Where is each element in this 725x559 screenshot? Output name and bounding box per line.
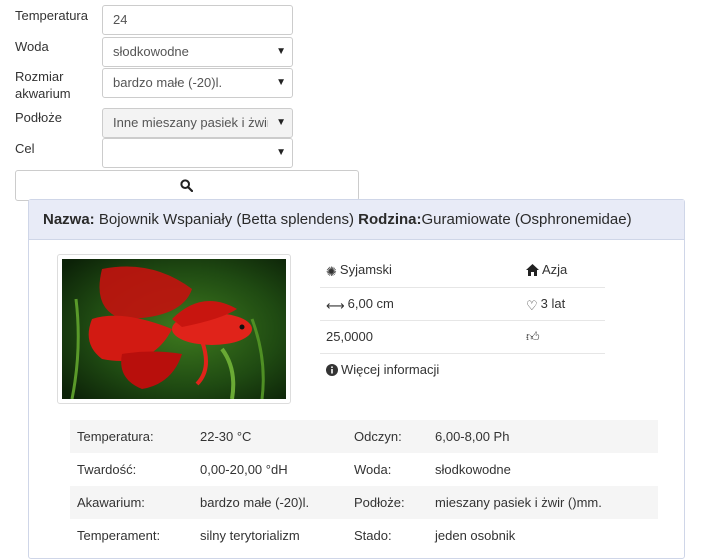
- aquarium-size-label-line1: Rozmiar: [15, 69, 64, 84]
- origin-cell: ✺ Syjamski: [326, 254, 392, 288]
- spec-value: mieszany pasiek i żwir ()mm.: [435, 495, 602, 510]
- temperature-input[interactable]: 24: [102, 5, 293, 35]
- aquarium-size-label-line2: akwarium: [15, 86, 71, 101]
- temperature-label: Temperatura: [15, 8, 88, 23]
- fish-name: Bojownik Wspaniały (Betta splendens): [98, 211, 354, 228]
- resize-horizontal-icon: ⟷: [326, 298, 345, 313]
- more-info-label: Więcej informacji: [341, 362, 440, 377]
- price-value: 25,0000: [326, 329, 373, 344]
- spec-value: jeden osobnik: [435, 528, 516, 543]
- length-value: 6,00 cm: [347, 296, 394, 311]
- region-cell: Azja: [526, 254, 567, 286]
- fish-family: Guramiowate (Osphronemidae): [421, 211, 632, 228]
- spec-key: Akawarium:: [77, 495, 145, 510]
- table-row: Akawarium: bardzo małe (-20)l. Podłoże: …: [70, 486, 658, 519]
- table-row: Temperament: silny terytorializm Stado: …: [70, 519, 658, 552]
- fish-result-header: Nazwa: Bojownik Wspaniały (Betta splende…: [29, 200, 684, 240]
- caret-down-icon: ▼: [276, 147, 286, 158]
- spec-value: bardzo małe (-20)l.: [200, 495, 310, 510]
- spec-key: Stado:: [354, 528, 392, 543]
- spec-value: słodkowodne: [435, 462, 511, 477]
- heart-icon: ♡: [526, 298, 538, 313]
- info-row: ✺ Syjamski Azja: [320, 254, 605, 287]
- more-info-link[interactable]: Więcej informacji: [326, 354, 439, 386]
- water-select-value: słodkowodne: [113, 44, 189, 59]
- substrate-select-value: Inne mieszany pasiek i żwir: [113, 115, 268, 130]
- spec-key: Woda:: [354, 462, 392, 477]
- lifespan-value: 3 lat: [540, 296, 566, 311]
- spec-value: 22-30 °C: [200, 429, 252, 444]
- fish-photo[interactable]: [57, 254, 291, 404]
- water-select[interactable]: słodkowodne ▼: [102, 37, 293, 67]
- spec-value: 6,00-8,00 Ph: [435, 429, 510, 444]
- goal-select[interactable]: ▼: [102, 138, 293, 168]
- substrate-label: Podłoże: [15, 110, 62, 125]
- spec-key: Podłoże:: [354, 495, 405, 510]
- caret-down-icon: ▼: [276, 77, 286, 88]
- fish-info-grid: ✺ Syjamski Azja ⟷ 6,00 cm ♡ 3 lat 25,0000 👍…: [320, 254, 605, 386]
- info-row: Więcej informacji: [320, 353, 605, 386]
- caret-down-icon: ▼: [276, 117, 286, 128]
- home-icon: [526, 264, 539, 276]
- spec-value: 0,00-20,00 °dH: [200, 462, 288, 477]
- origin-value: Syjamski: [339, 262, 392, 277]
- lifespan-cell: ♡ 3 lat: [526, 288, 565, 322]
- fish-specs-table: Temperatura: 22-30 °C Odczyn: 6,00-8,00 …: [70, 420, 658, 552]
- info-row: ⟷ 6,00 cm ♡ 3 lat: [320, 287, 605, 320]
- spec-key: Temperament:: [77, 528, 161, 543]
- family-label: Rodzina:: [358, 211, 422, 228]
- aquarium-size-select[interactable]: bardzo małe (-20)l. ▼: [102, 68, 293, 98]
- info-row: 25,0000 👍︎: [320, 320, 605, 353]
- water-label: Woda: [15, 39, 49, 54]
- asterisk-icon: ✺: [326, 264, 337, 279]
- search-icon: [180, 179, 193, 192]
- spec-key: Temperatura:: [77, 429, 154, 444]
- info-circle-icon: [326, 364, 338, 376]
- caret-down-icon: ▼: [276, 46, 286, 57]
- spec-key: Odczyn:: [354, 429, 402, 444]
- substrate-select[interactable]: Inne mieszany pasiek i żwir ▼: [102, 108, 293, 138]
- table-row: Twardość: 0,00-20,00 °dH Woda: słodkowod…: [70, 453, 658, 486]
- spec-key: Twardość:: [77, 462, 137, 477]
- goal-label: Cel: [15, 141, 35, 156]
- betta-fish-image: [62, 259, 286, 399]
- aquarium-size-label: Rozmiar akwarium: [15, 68, 71, 102]
- search-button[interactable]: [15, 170, 359, 201]
- fish-result-panel: Nazwa: Bojownik Wspaniały (Betta splende…: [28, 199, 685, 559]
- region-value: Azja: [542, 262, 568, 277]
- aquarium-size-select-value: bardzo małe (-20)l.: [113, 75, 223, 90]
- thumbs-up-icon[interactable]: 👍︎: [526, 321, 540, 353]
- length-cell: ⟷ 6,00 cm: [326, 288, 394, 322]
- temperature-value: 24: [113, 12, 128, 27]
- name-label: Nazwa:: [43, 211, 95, 228]
- table-row: Temperatura: 22-30 °C Odczyn: 6,00-8,00 …: [70, 420, 658, 453]
- spec-value: silny terytorializm: [200, 528, 300, 543]
